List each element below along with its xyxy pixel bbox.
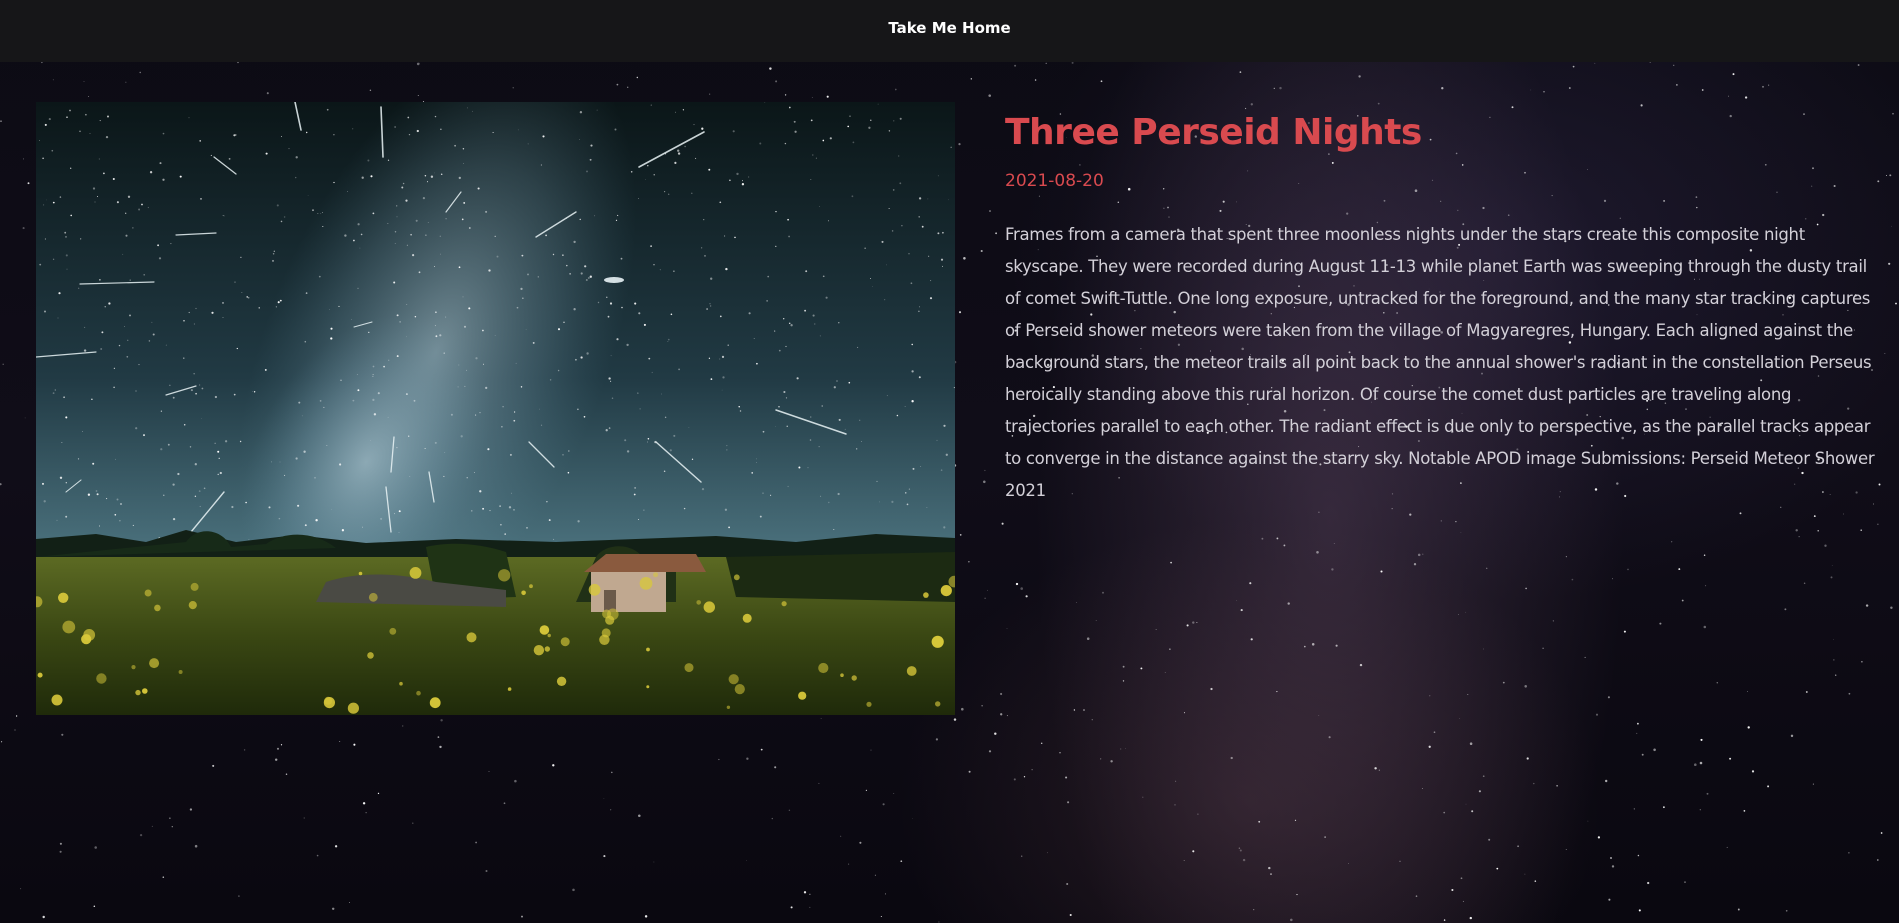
top-navbar: Take Me Home [0,0,1899,62]
apod-title: Three Perseid Nights [1005,112,1422,153]
apod-info: Three Perseid Nights 2021-08-20 Frames f… [1005,108,1875,524]
apod-photo [36,102,955,715]
take-me-home-link[interactable]: Take Me Home [888,19,1010,37]
apod-explanation: Frames from a camera that spent three mo… [1005,225,1875,500]
apod-date: 2021-08-20 [1005,171,1104,191]
page: Take Me Home Three Perseid Nights 2021-0… [0,0,1899,923]
